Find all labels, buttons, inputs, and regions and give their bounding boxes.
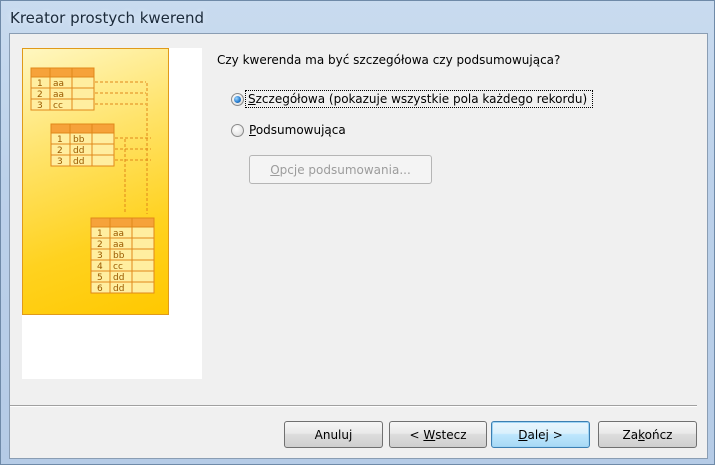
result-cell (131, 226, 155, 239)
table2-cell-text: dd (73, 157, 84, 167)
table1-header-cell (71, 67, 95, 78)
summary-label[interactable]: Podsumowująca (249, 123, 346, 137)
question-text: Czy kwerenda ma być szczegółowa czy pods… (217, 53, 561, 67)
summary-options-button[interactable]: Opcje podsumowania... (249, 155, 432, 184)
result-cell (131, 237, 155, 250)
result-cell-text: dd (113, 284, 124, 294)
finish-mnemonic: k (638, 427, 645, 442)
table1-cell (71, 76, 95, 89)
result-header-cell (90, 217, 111, 228)
table1-cell-text: cc (53, 101, 63, 111)
detail-label-rest: zczegółowa (pokazuje wszystkie pola każd… (255, 92, 588, 106)
detail-label[interactable]: Szczegółowa (pokazuje wszystkie pola każ… (244, 90, 594, 108)
result-header-cell (109, 217, 133, 228)
result-cell (131, 281, 155, 294)
wizard-body: 1 aa 2 aa 3 cc 1 bb 2 dd 3 dd 1 aa 2 aa 3 bb 4 cc 5 dd 6 dd Czy… (9, 33, 708, 459)
cancel-button[interactable]: Anuluj (284, 421, 383, 448)
table1-cell (71, 87, 95, 100)
table1-cell-text: 3 (37, 101, 43, 111)
detail-radio[interactable] (231, 93, 244, 106)
finish-button[interactable]: Zakończ (598, 421, 697, 448)
illustration-panel: 1 aa 2 aa 3 cc 1 bb 2 dd 3 dd 1 aa 2 aa 3 bb 4 cc 5 dd 6 dd (22, 48, 202, 379)
table2-cell-text: 3 (57, 157, 63, 167)
wizard-window: Kreator prostych kwerend 1 aa 2 aa 3 cc 1 bb 2 dd… (0, 0, 715, 465)
result-header-cell (131, 217, 155, 228)
result-cell (131, 259, 155, 272)
result-cell (131, 270, 155, 283)
title-bar[interactable]: Kreator prostych kwerend (1, 1, 714, 33)
next-label: Dalej > (518, 427, 563, 442)
detail-label-mnemonic: S (248, 92, 256, 106)
table2-header-cell (91, 123, 115, 134)
table2-cell (91, 154, 115, 167)
window-title: Kreator prostych kwerend (10, 9, 204, 27)
summary-options-label: Opcje podsumowania... (270, 162, 411, 177)
table2-cell (91, 132, 115, 145)
table1-header-cell (49, 67, 73, 78)
back-button[interactable]: < Wstecz (389, 421, 487, 448)
result-cell-text: 6 (97, 284, 103, 294)
summary-label-mnemonic: P (249, 123, 256, 137)
next-mnemonic: D (518, 427, 528, 442)
tables-illustration: 1 aa2 aa3 cc1 bb2 dd3 dd1 aa2 aa3 bb4 cc5 dd6 dd (30, 67, 155, 294)
result-cell (131, 248, 155, 261)
back-mnemonic: W (423, 427, 436, 442)
table2-header-cell (69, 123, 93, 134)
footer-separator (10, 405, 697, 407)
table2-cell (91, 143, 115, 156)
summary-radio[interactable] (231, 124, 244, 137)
next-button[interactable]: Dalej > (491, 421, 590, 448)
back-label: < Wstecz (409, 427, 467, 442)
table1-cell (71, 98, 95, 111)
wizard-illustration: 1 aa 2 aa 3 cc 1 bb 2 dd 3 dd 1 aa 2 aa 3 bb 4 cc 5 dd 6 dd (22, 48, 169, 315)
finish-label: Zakończ (622, 427, 673, 442)
summary-label-rest: odsumowująca (255, 123, 346, 137)
summary-options-mnemonic: O (270, 162, 280, 177)
table2-header-cell (50, 123, 71, 134)
table1-header-cell (30, 67, 51, 78)
